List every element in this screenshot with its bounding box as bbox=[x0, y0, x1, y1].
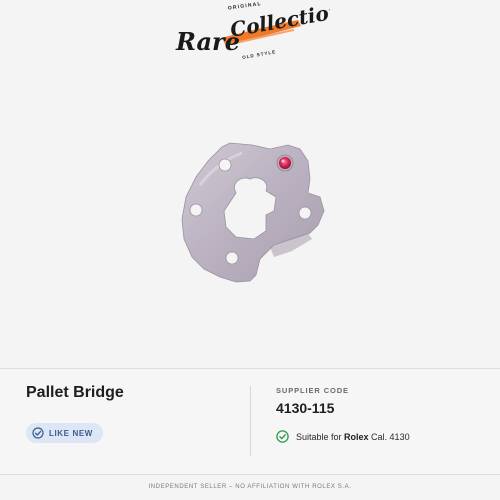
brand-logo[interactable]: ORIGINAL Rare Collections OLD STYLE bbox=[170, 0, 330, 60]
product-image bbox=[170, 135, 330, 285]
compat-prefix: Suitable for bbox=[296, 431, 345, 442]
compat-brand: Rolex bbox=[344, 431, 369, 442]
logo-bottom-text: OLD STYLE bbox=[242, 49, 277, 60]
brand-logo-graphic: ORIGINAL Rare Collections OLD STYLE bbox=[175, 0, 330, 60]
compat-suffix: Cal. 4130 bbox=[368, 431, 410, 442]
check-circle-icon bbox=[32, 427, 44, 439]
supplier-code-label: SUPPLIER CODE bbox=[276, 386, 349, 395]
supplier-code: 4130-115 bbox=[276, 400, 335, 416]
product-summary: Pallet Bridge LIKE NEW bbox=[26, 369, 236, 474]
footer-disclaimer: INDEPENDENT SELLER – NO AFFILIATION WITH… bbox=[148, 484, 352, 490]
condition-label: LIKE NEW bbox=[49, 428, 93, 438]
logo-top-text: ORIGINAL bbox=[228, 1, 263, 12]
product-name: Pallet Bridge bbox=[26, 384, 124, 401]
product-info-panel: Pallet Bridge LIKE NEW SUPPLIER CODE 413… bbox=[0, 368, 500, 475]
compatibility-text: Suitable for Rolex Cal. 4130 bbox=[296, 432, 410, 442]
panel-divider bbox=[250, 386, 251, 456]
check-circle-icon bbox=[276, 430, 289, 443]
condition-badge: LIKE NEW bbox=[26, 423, 103, 443]
compatibility-note: Suitable for Rolex Cal. 4130 bbox=[276, 430, 410, 443]
product-page: ORIGINAL Rare Collections OLD STYLE Pall… bbox=[0, 0, 500, 500]
supplier-details: SUPPLIER CODE 4130-115 Suitable for Role… bbox=[276, 369, 486, 474]
pallet-bridge-image bbox=[181, 142, 325, 283]
